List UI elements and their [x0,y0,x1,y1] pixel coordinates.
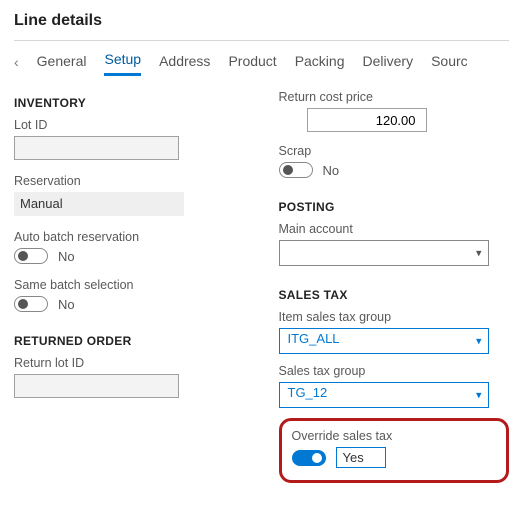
item-sales-tax-group-label: Item sales tax group [279,310,510,324]
reservation-value[interactable]: Manual [14,192,184,216]
divider [14,40,509,41]
override-sales-tax-highlight: Override sales tax Yes [279,418,509,483]
scrap-toggle[interactable] [279,162,313,178]
override-sales-tax-label: Override sales tax [292,429,496,443]
chevron-down-icon: ▾ [476,335,482,348]
same-batch-label: Same batch selection [14,278,245,292]
sales-tax-group-select[interactable]: TG_12 ▾ [279,382,489,408]
item-sales-tax-group-select[interactable]: ITG_ALL ▾ [279,328,489,354]
sales-tax-group-value: TG_12 [288,385,328,400]
page-title: Line details [14,12,509,30]
scrap-label: Scrap [279,144,510,158]
tab-packing[interactable]: Packing [295,49,345,75]
auto-batch-label: Auto batch reservation [14,230,245,244]
same-batch-value: No [58,297,75,312]
main-account-label: Main account [279,222,510,236]
return-lot-id-input[interactable] [14,374,179,398]
returned-order-heading: RETURNED ORDER [14,334,245,348]
auto-batch-toggle[interactable] [14,248,48,264]
lot-id-input[interactable] [14,136,179,160]
auto-batch-value: No [58,249,75,264]
override-sales-tax-toggle[interactable] [292,450,326,466]
tab-sourcing[interactable]: Sourc [431,49,468,75]
tab-general[interactable]: General [37,49,87,75]
chevron-down-icon: ▾ [476,247,482,260]
return-cost-label: Return cost price [279,90,510,104]
sales-tax-heading: SALES TAX [279,288,510,302]
same-batch-toggle[interactable] [14,296,48,312]
left-column: INVENTORY Lot ID Reservation Manual Auto… [14,90,245,483]
tab-bar: ‹ General Setup Address Product Packing … [14,47,509,76]
sales-tax-group-label: Sales tax group [279,364,510,378]
posting-heading: POSTING [279,200,510,214]
override-sales-tax-value[interactable]: Yes [336,447,386,468]
tab-product[interactable]: Product [228,49,276,75]
chevron-down-icon: ▾ [476,389,482,402]
scrap-value: No [323,163,340,178]
reservation-label: Reservation [14,174,245,188]
item-sales-tax-group-value: ITG_ALL [288,331,340,346]
return-cost-input[interactable] [307,108,427,132]
right-column: Return cost price Scrap No POSTING Main … [279,90,510,483]
tab-delivery[interactable]: Delivery [363,49,414,75]
tab-scroll-left[interactable]: ‹ [14,54,19,70]
return-lot-id-label: Return lot ID [14,356,245,370]
tab-setup[interactable]: Setup [104,47,141,76]
main-account-select[interactable]: ▾ [279,240,489,266]
inventory-heading: INVENTORY [14,96,245,110]
lot-id-label: Lot ID [14,118,245,132]
tab-address[interactable]: Address [159,49,210,75]
